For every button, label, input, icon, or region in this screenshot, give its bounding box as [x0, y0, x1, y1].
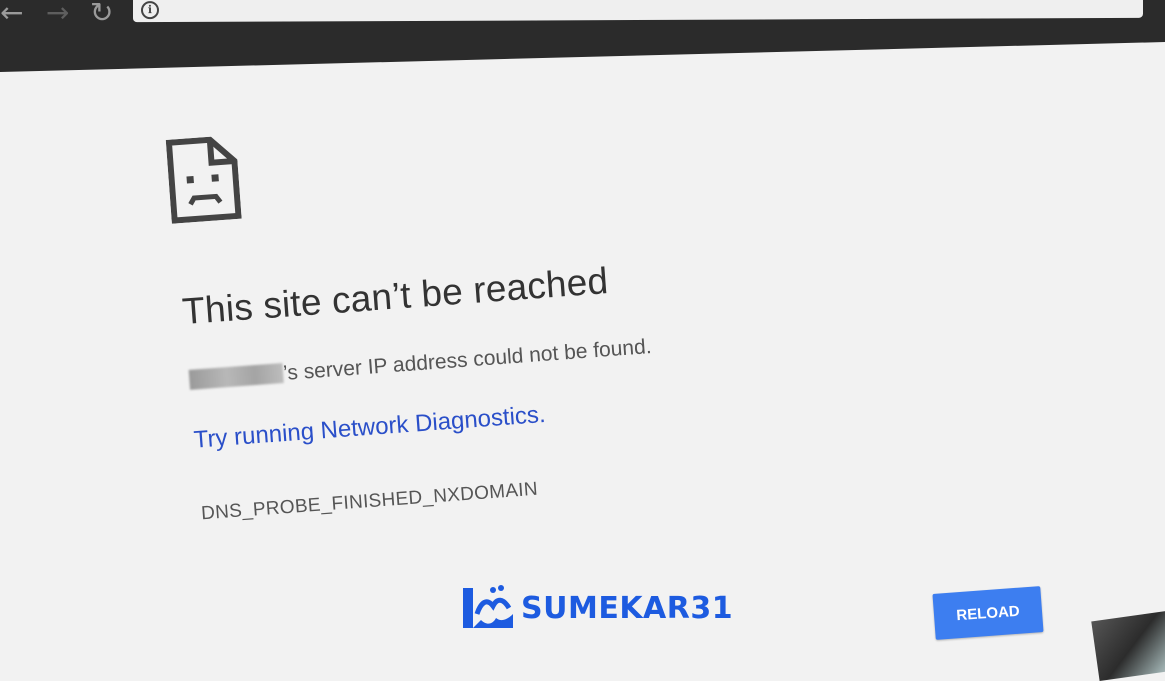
redacted-domain	[188, 363, 284, 390]
error-title: This site can’t be reached	[180, 260, 610, 333]
watermark-logo-icon	[463, 585, 513, 628]
sad-document-icon	[165, 136, 242, 224]
network-diagnostics-link[interactable]: Try running Network Diagnostics.	[193, 401, 547, 455]
error-code: DNS_PROBE_FINISHED_NXDOMAIN	[200, 478, 539, 525]
background-photo	[1091, 609, 1165, 681]
watermark: SUMEKAR31	[463, 584, 733, 632]
error-page: This site can’t be reached ’s server IP …	[0, 0, 1165, 681]
watermark-text: SUMEKAR31	[521, 590, 734, 626]
error-detail-text: ’s server IP address could not be found.	[282, 334, 653, 385]
error-detail: ’s server IP address could not be found.	[188, 334, 653, 393]
reload-button[interactable]: RELOAD	[932, 586, 1044, 640]
error-content: This site can’t be reached ’s server IP …	[165, 83, 803, 524]
